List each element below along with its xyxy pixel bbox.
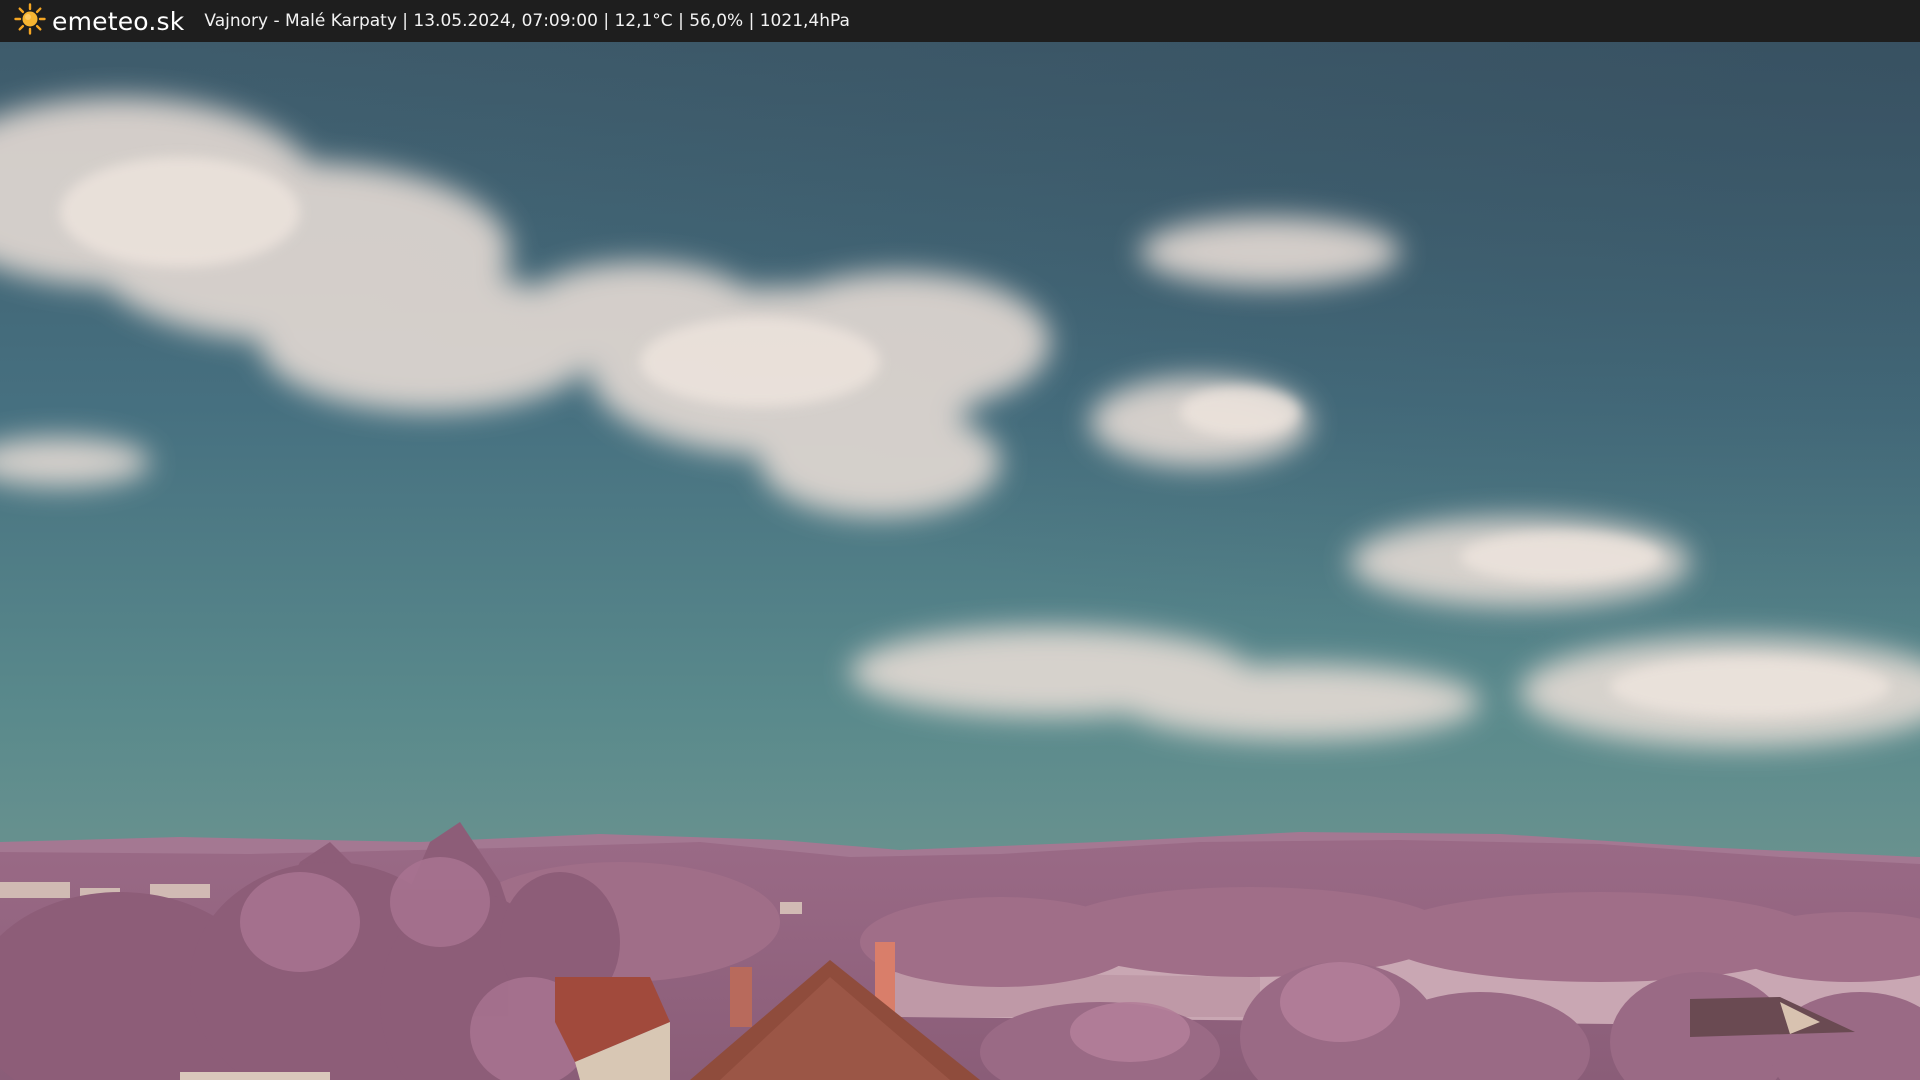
webcam-image: [0, 42, 1920, 1080]
sun-icon: [14, 3, 46, 39]
brand-name: emeteo.sk: [52, 6, 185, 36]
webcam-frame: emeteo.sk Vajnory - Malé Karpaty | 13.05…: [0, 0, 1920, 1080]
site-logo[interactable]: emeteo.sk: [14, 0, 184, 42]
webcam-caption: Vajnory - Malé Karpaty | 13.05.2024, 07:…: [204, 11, 850, 31]
info-bar: emeteo.sk Vajnory - Malé Karpaty | 13.05…: [0, 0, 1920, 42]
